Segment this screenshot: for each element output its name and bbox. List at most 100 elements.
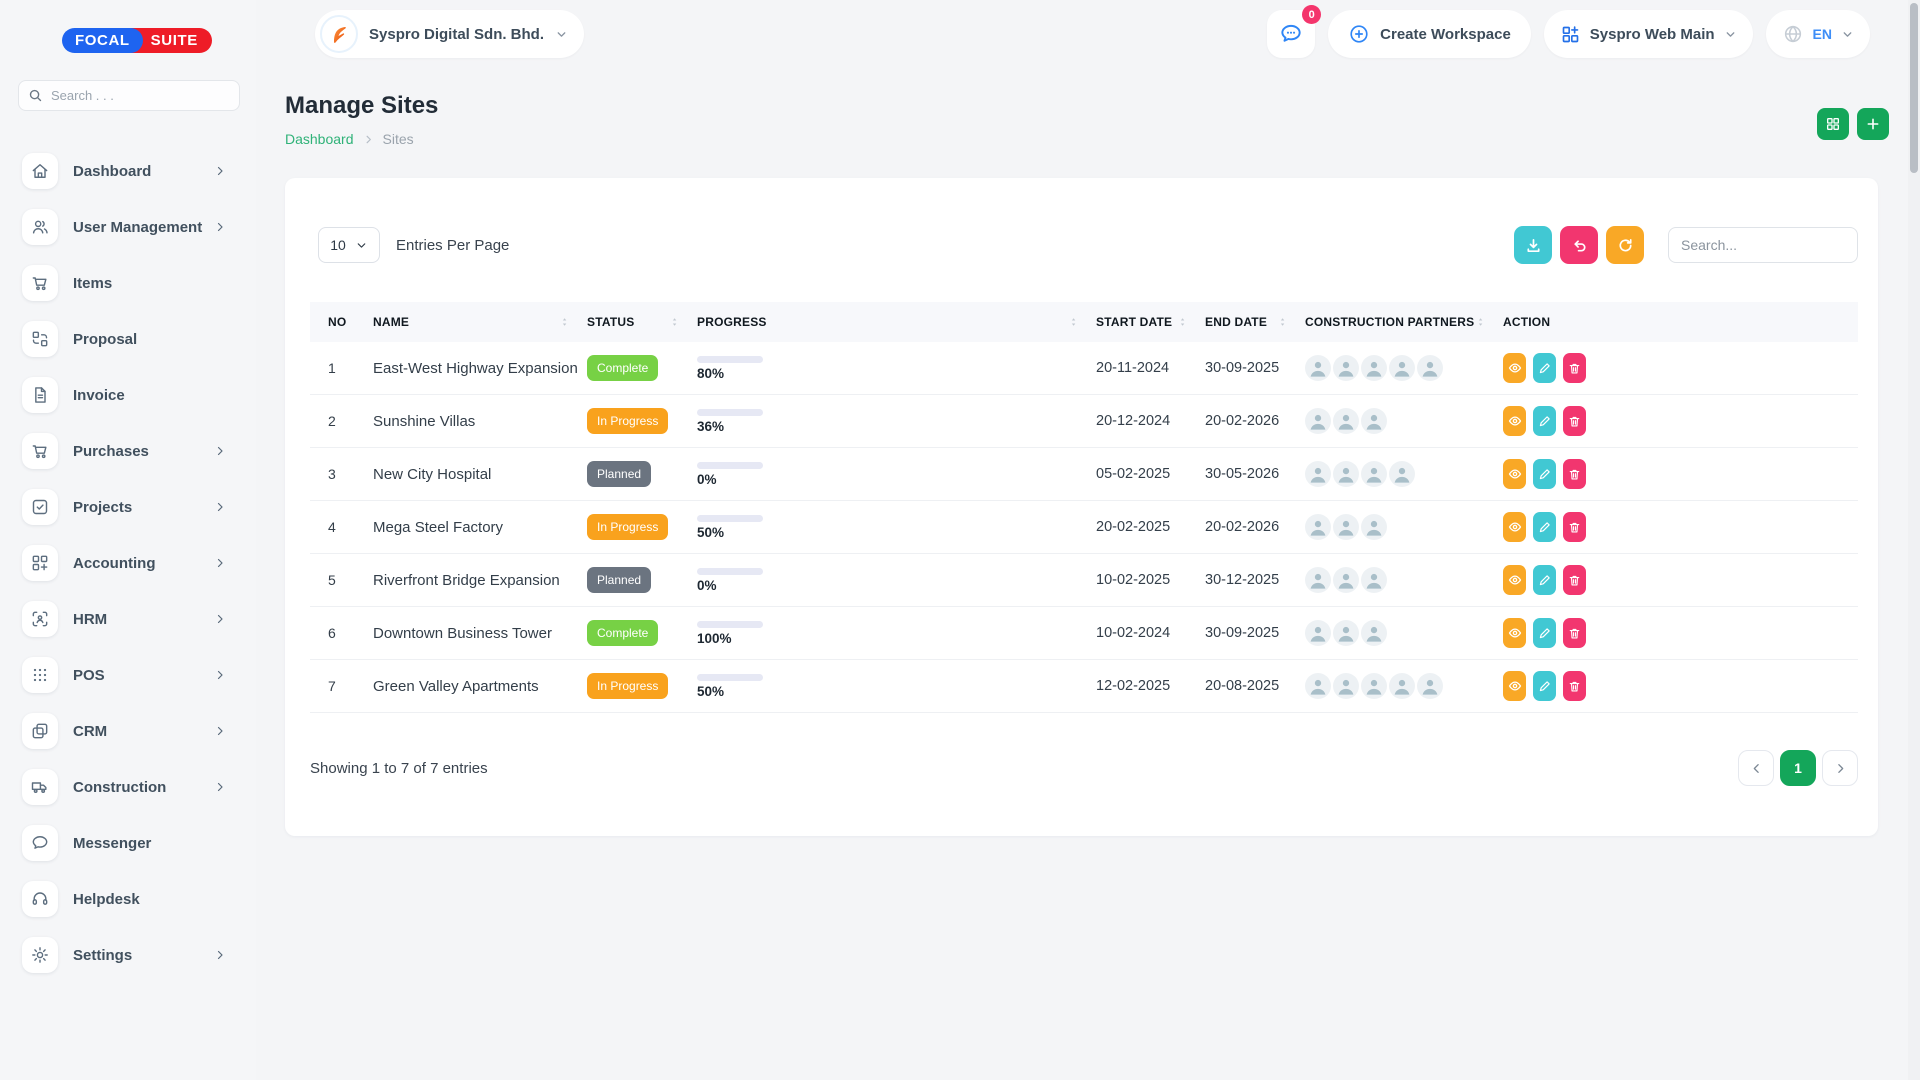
edit-button[interactable]: [1533, 459, 1556, 489]
edit-button[interactable]: [1533, 406, 1556, 436]
trash-icon: [1568, 627, 1581, 640]
column-label: STATUS: [587, 315, 634, 329]
pencil-icon: [1538, 680, 1551, 693]
chevron-right-icon: [363, 134, 374, 145]
delete-button[interactable]: [1563, 565, 1586, 595]
column-header-start-date[interactable]: START DATE: [1096, 315, 1205, 329]
sort-icon[interactable]: [1476, 316, 1487, 328]
refresh-button[interactable]: [1606, 226, 1644, 264]
progress-bar: [697, 568, 763, 575]
sidebar-item-invoice[interactable]: Invoice: [0, 373, 256, 417]
sidebar-item-user-management[interactable]: User Management: [0, 205, 256, 249]
delete-button[interactable]: [1563, 512, 1586, 542]
column-header-construction-partners[interactable]: CONSTRUCTION PARTNERS: [1305, 315, 1503, 329]
person-scan-icon: [22, 601, 58, 637]
breadcrumb: Dashboard Sites: [285, 131, 1878, 147]
sidebar-item-crm[interactable]: CRM: [0, 709, 256, 753]
breadcrumb-dashboard-link[interactable]: Dashboard: [285, 131, 354, 147]
page-title: Manage Sites: [285, 92, 1878, 120]
end-date: 30-05-2026: [1205, 466, 1305, 482]
language-selector[interactable]: EN: [1766, 10, 1870, 58]
sidebar-search: [18, 80, 240, 111]
scrollbar-thumb[interactable]: [1910, 3, 1918, 173]
sidebar-item-helpdesk[interactable]: Helpdesk: [0, 877, 256, 921]
entries-value: 10: [330, 237, 346, 253]
add-site-button[interactable]: [1857, 108, 1889, 140]
sidebar-item-proposal[interactable]: Proposal: [0, 317, 256, 361]
partner-avatar: [1305, 514, 1331, 540]
view-button[interactable]: [1503, 406, 1526, 436]
table-row: 6 Downtown Business Tower Complete 100% …: [310, 607, 1858, 660]
web-main-selector[interactable]: Syspro Web Main: [1544, 10, 1753, 58]
partner-avatar: [1361, 461, 1387, 487]
sidebar-item-settings[interactable]: Settings: [0, 933, 256, 977]
sort-icon[interactable]: [670, 316, 681, 328]
view-button[interactable]: [1503, 353, 1526, 383]
delete-button[interactable]: [1563, 618, 1586, 648]
chevron-right-icon: [214, 221, 226, 233]
sidebar-item-construction[interactable]: Construction: [0, 765, 256, 809]
sort-icon[interactable]: [1178, 316, 1189, 328]
sidebar-item-label: POS: [73, 667, 105, 684]
sort-icon[interactable]: [1278, 316, 1289, 328]
check-square-icon: [22, 489, 58, 525]
sidebar-item-messenger[interactable]: Messenger: [0, 821, 256, 865]
sidebar-search-input[interactable]: [18, 80, 240, 111]
partner-avatar: [1361, 567, 1387, 593]
entries-per-page-select[interactable]: 10: [318, 227, 380, 263]
column-header-end-date[interactable]: END DATE: [1205, 315, 1305, 329]
sidebar-item-dashboard[interactable]: Dashboard: [0, 149, 256, 193]
view-button[interactable]: [1503, 459, 1526, 489]
status-badge: Planned: [587, 567, 651, 593]
row-number: 1: [310, 360, 373, 376]
view-button[interactable]: [1503, 671, 1526, 701]
trash-icon: [1568, 362, 1581, 375]
table-search-input[interactable]: [1668, 227, 1858, 263]
workspace-selector[interactable]: Syspro Digital Sdn. Bhd.: [315, 10, 584, 58]
grid-view-button[interactable]: [1817, 108, 1849, 140]
delete-button[interactable]: [1563, 353, 1586, 383]
site-name: East-West Highway Expansion: [373, 360, 587, 377]
delete-button[interactable]: [1563, 459, 1586, 489]
column-header-status[interactable]: STATUS: [587, 315, 697, 329]
page-1-button[interactable]: 1: [1780, 750, 1816, 786]
chat-button[interactable]: 0: [1267, 10, 1315, 58]
sidebar-item-accounting[interactable]: Accounting: [0, 541, 256, 585]
view-button[interactable]: [1503, 512, 1526, 542]
delete-button[interactable]: [1563, 671, 1586, 701]
delete-button[interactable]: [1563, 406, 1586, 436]
view-button[interactable]: [1503, 618, 1526, 648]
sort-icon[interactable]: [560, 316, 571, 328]
sidebar-item-projects[interactable]: Projects: [0, 485, 256, 529]
edit-button[interactable]: [1533, 671, 1556, 701]
edit-button[interactable]: [1533, 512, 1556, 542]
progress-cell: 50%: [697, 674, 1096, 699]
chevron-right-icon: [214, 725, 226, 737]
construction-partners: [1305, 408, 1503, 434]
sidebar-item-hrm[interactable]: HRM: [0, 597, 256, 641]
workspace-name: Syspro Digital Sdn. Bhd.: [369, 26, 544, 43]
column-header-progress[interactable]: PROGRESS: [697, 315, 1096, 329]
sidebar-item-items[interactable]: Items: [0, 261, 256, 305]
sidebar-item-purchases[interactable]: Purchases: [0, 429, 256, 473]
sort-icon[interactable]: [1069, 316, 1080, 328]
eye-icon: [1508, 573, 1522, 587]
column-header-name[interactable]: NAME: [373, 315, 587, 329]
page-scrollbar[interactable]: [1908, 0, 1920, 1080]
edit-button[interactable]: [1533, 565, 1556, 595]
column-header-no: NO: [310, 315, 373, 329]
edit-button[interactable]: [1533, 618, 1556, 648]
view-button[interactable]: [1503, 565, 1526, 595]
previous-page-button[interactable]: [1738, 750, 1774, 786]
progress-cell: 0%: [697, 568, 1096, 593]
site-name: Sunshine Villas: [373, 413, 587, 430]
undo-button[interactable]: [1560, 226, 1598, 264]
export-button[interactable]: [1514, 226, 1552, 264]
create-workspace-button[interactable]: Create Workspace: [1328, 10, 1531, 58]
chevron-right-icon: [214, 781, 226, 793]
sidebar-item-pos[interactable]: POS: [0, 653, 256, 697]
next-page-button[interactable]: [1822, 750, 1858, 786]
edit-button[interactable]: [1533, 353, 1556, 383]
end-date: 30-09-2025: [1205, 625, 1305, 641]
end-date: 30-09-2025: [1205, 360, 1305, 376]
